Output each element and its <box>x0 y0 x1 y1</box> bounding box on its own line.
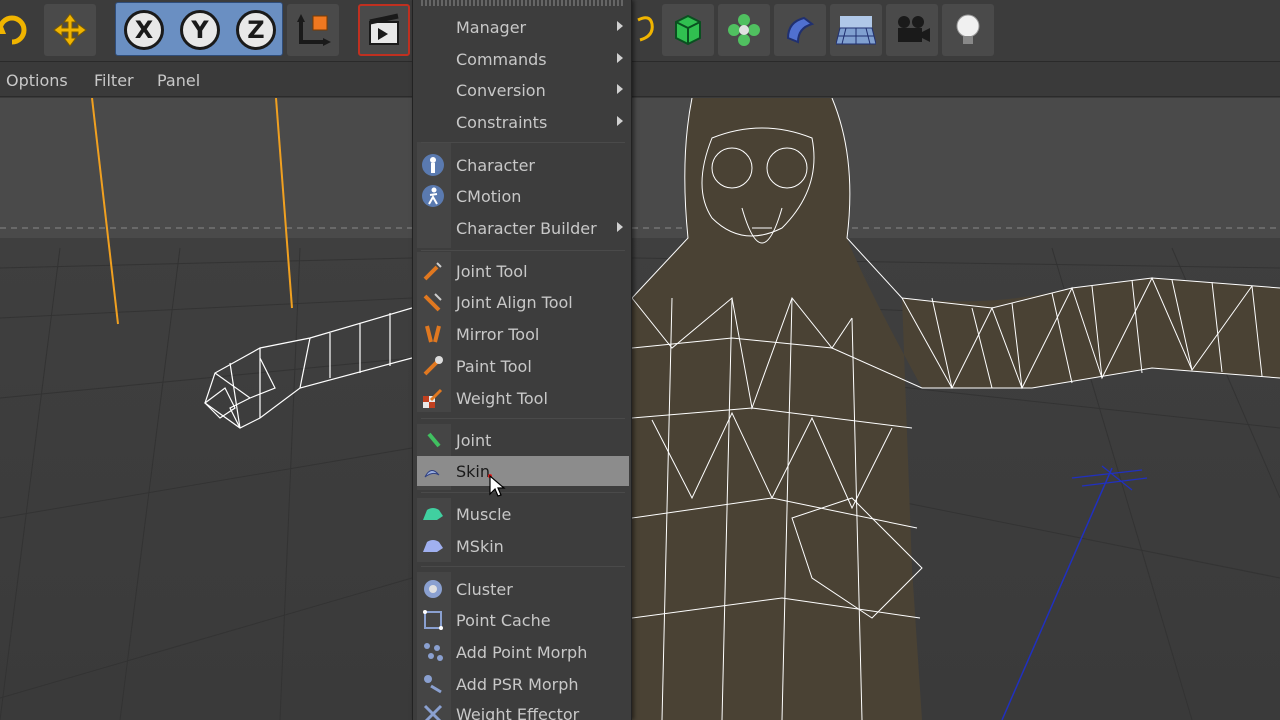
x-axis-icon[interactable]: X <box>118 7 170 53</box>
menu-item-joint[interactable]: Joint <box>417 425 629 455</box>
coordinate-system-icon[interactable] <box>287 4 339 56</box>
bone-line <box>91 98 119 325</box>
viewport-right-scene <box>632 98 1280 720</box>
mirror-tool-icon <box>420 322 446 346</box>
menu-item-weight-effector[interactable]: Weight Effector <box>417 699 629 720</box>
viewport-right[interactable] <box>632 98 1280 720</box>
submenu-arrow-icon <box>617 53 623 63</box>
cube-icon[interactable] <box>662 4 714 56</box>
menu-item-paint-tool[interactable]: Paint Tool <box>417 351 629 381</box>
spline-line <box>1001 467 1113 720</box>
add-psr-morph-icon <box>420 672 446 696</box>
cluster-icon <box>420 577 446 601</box>
submenu-arrow-icon <box>617 116 623 126</box>
menu-panel[interactable]: Panel <box>157 71 200 90</box>
menu-item-muscle[interactable]: Muscle <box>417 499 629 529</box>
menu-separator <box>421 566 625 567</box>
menu-options[interactable]: Options <box>6 71 68 90</box>
viewport-left-scene <box>0 98 412 720</box>
camera-icon[interactable] <box>886 4 938 56</box>
main-toolbar: X Y Z <box>0 0 1280 62</box>
menu-item-commands[interactable]: Commands <box>417 44 629 74</box>
weight-effector-icon <box>420 702 446 720</box>
menu-item-cmotion[interactable]: CMotion <box>417 181 629 211</box>
point-cache-icon <box>420 608 446 632</box>
menu-item-mskin[interactable]: MSkin <box>417 531 629 561</box>
character-icon <box>420 153 446 177</box>
null-object <box>1071 465 1148 491</box>
menu-item-mirror-tool[interactable]: Mirror Tool <box>417 319 629 349</box>
deformer-icon[interactable] <box>774 4 826 56</box>
menu-item-character[interactable]: Character <box>417 150 629 180</box>
menu-item-joint-tool[interactable]: Joint Tool <box>417 256 629 286</box>
bone-line <box>275 98 293 309</box>
viewport-left[interactable] <box>0 98 412 720</box>
z-axis-icon[interactable]: Z <box>230 7 282 53</box>
joint-align-tool-icon <box>420 290 446 314</box>
menu-item-weight-tool[interactable]: Weight Tool <box>417 383 629 413</box>
viewport-menubar-right <box>632 63 1280 97</box>
menu-item-character-builder[interactable]: Character Builder <box>417 213 629 243</box>
menu-filter[interactable]: Filter <box>94 71 134 90</box>
menu-item-add-psr-morph[interactable]: Add PSR Morph <box>417 669 629 699</box>
spline-icon[interactable] <box>632 4 662 56</box>
floor-icon[interactable] <box>830 4 882 56</box>
menu-separator <box>421 142 625 143</box>
menu-separator <box>421 250 625 251</box>
render-icon[interactable] <box>358 4 410 56</box>
subdivision-icon[interactable] <box>718 4 770 56</box>
menu-item-point-cache[interactable]: Point Cache <box>417 605 629 635</box>
menu-item-skin[interactable]: Skin <box>417 456 629 486</box>
menu-separator <box>421 418 625 419</box>
menu-separator <box>421 492 625 493</box>
menu-item-manager[interactable]: Manager <box>417 12 629 42</box>
submenu-arrow-icon <box>617 222 623 232</box>
weight-tool-icon <box>420 386 446 410</box>
joint-icon <box>420 428 446 452</box>
y-axis-icon[interactable]: Y <box>174 7 226 53</box>
rotate-icon[interactable] <box>0 4 38 56</box>
axis-lock-group: X Y Z <box>115 2 283 56</box>
menu-item-cluster[interactable]: Cluster <box>417 574 629 604</box>
muscle-icon <box>420 502 446 526</box>
menu-item-conversion[interactable]: Conversion <box>417 75 629 105</box>
cmotion-icon <box>420 184 446 208</box>
mouse-cursor-icon <box>488 474 506 497</box>
mskin-icon <box>420 534 446 558</box>
move-icon[interactable] <box>44 4 96 56</box>
light-icon[interactable] <box>942 4 994 56</box>
viewport-menubar: Options Filter Panel <box>0 63 412 97</box>
menu-item-joint-align-tool[interactable]: Joint Align Tool <box>417 287 629 317</box>
menu-tearoff-handle[interactable] <box>421 0 625 6</box>
submenu-arrow-icon <box>617 21 623 31</box>
add-point-morph-icon <box>420 640 446 664</box>
joint-tool-icon <box>420 259 446 283</box>
paint-tool-icon <box>420 354 446 378</box>
submenu-arrow-icon <box>617 84 623 94</box>
menu-item-constraints[interactable]: Constraints <box>417 107 629 137</box>
character-menu: Manager Commands Conversion Constraints … <box>412 0 632 720</box>
menu-item-add-point-morph[interactable]: Add Point Morph <box>417 637 629 667</box>
skin-icon <box>420 459 446 483</box>
